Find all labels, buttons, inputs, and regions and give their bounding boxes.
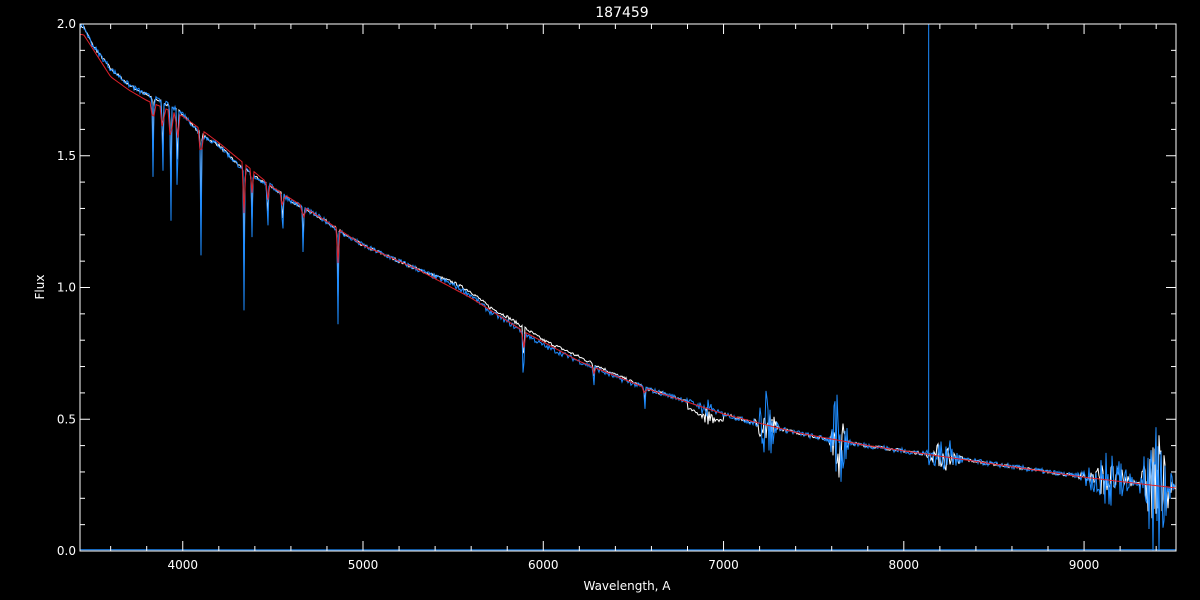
y-axis-label: Flux (33, 275, 47, 300)
y-tick-label: 0.0 (57, 544, 76, 558)
x-tick-label: 6000 (528, 558, 559, 572)
x-tick-label: 9000 (1069, 558, 1100, 572)
y-tick-label: 2.0 (57, 17, 76, 31)
x-axis-label: Wavelength, A (583, 579, 671, 593)
y-tick-label: 1.0 (57, 281, 76, 295)
y-tick-label: 1.5 (57, 149, 76, 163)
x-tick-label: 4000 (167, 558, 198, 572)
x-tick-label: 8000 (889, 558, 920, 572)
y-tick-label: 0.5 (57, 412, 76, 426)
axes: 4000 5000 6000 7000 8000 9000 0.0 0.5 1.0 1.5 2.0 (57, 17, 1177, 572)
x-tick-label: 5000 (348, 558, 379, 572)
fitted-spectrum-line (79, 23, 1177, 552)
x-tick-label: 7000 (708, 558, 739, 572)
spectrum-chart: 187459 4000 5000 6000 7000 8000 9000 0.0 0.5 1.0… (33, 5, 1177, 593)
plot-area (79, 23, 1177, 552)
chart-title: 187459 (595, 5, 648, 21)
